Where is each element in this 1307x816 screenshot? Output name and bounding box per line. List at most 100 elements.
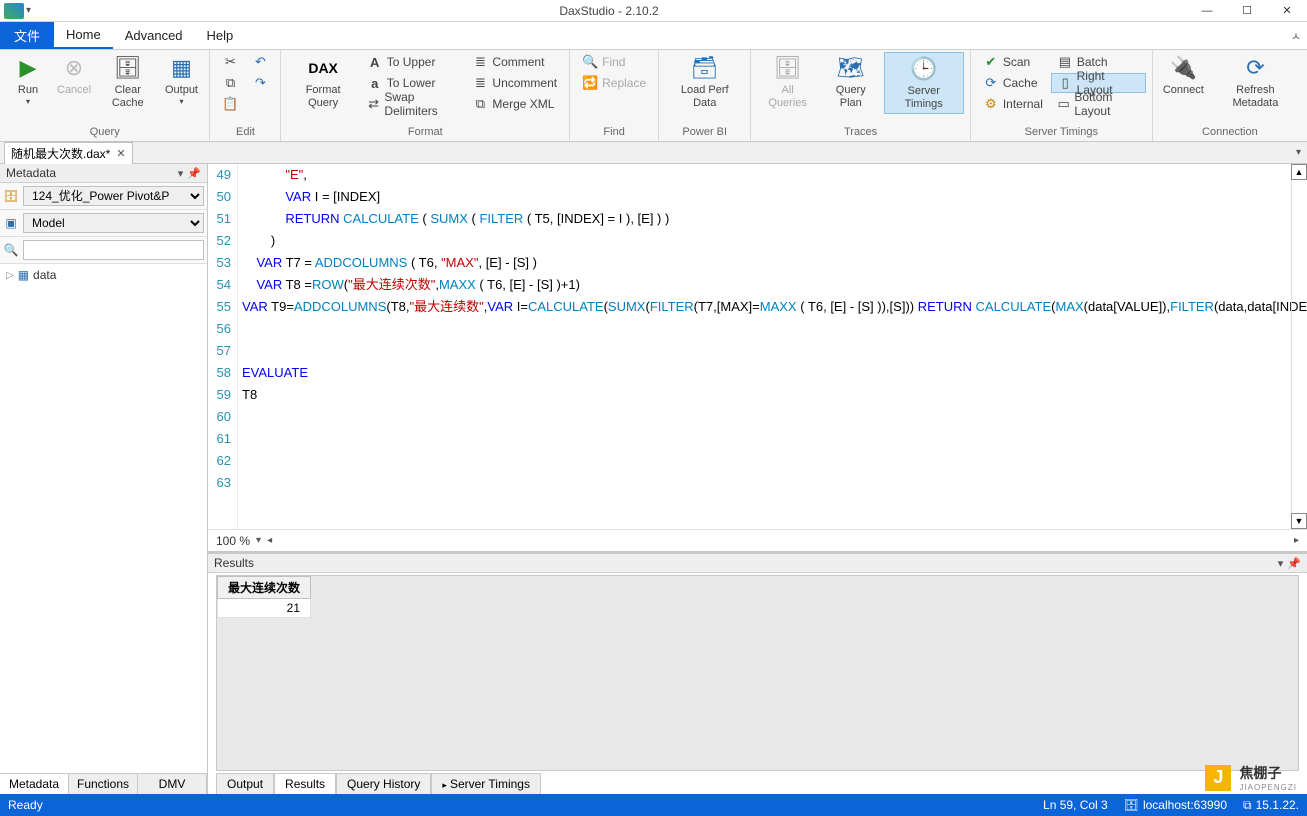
- expand-icon[interactable]: ▷: [6, 270, 14, 281]
- all-queries-button[interactable]: 🗄All Queries: [757, 52, 818, 112]
- hscroll-right-icon[interactable]: ▸: [1294, 535, 1299, 546]
- ribbon: ▶Run▾ ⊗Cancel 🗄Clear Cache ▦Output▾ Quer…: [0, 50, 1307, 142]
- replace-button[interactable]: 🔁Replace: [576, 73, 652, 93]
- document-tab-label: 随机最大次数.dax*: [11, 145, 110, 162]
- bottom-tab-server-timings[interactable]: ▸Server Timings: [431, 773, 541, 794]
- titlebar: ▾ DaxStudio - 2.10.2 — ☐ ✕: [0, 0, 1307, 22]
- merge-xml-button[interactable]: ⧉Merge XML: [466, 94, 563, 114]
- batch-icon: ▤: [1057, 54, 1073, 70]
- connect-button[interactable]: 🔌Connect: [1159, 52, 1208, 99]
- metadata-header: Metadata ▾ 📌: [0, 164, 207, 183]
- close-tab-icon[interactable]: ✕: [116, 147, 125, 160]
- cancel-button[interactable]: ⊗Cancel: [52, 52, 96, 99]
- close-button[interactable]: ✕: [1267, 0, 1307, 22]
- document-tab[interactable]: 随机最大次数.dax* ✕: [4, 142, 133, 164]
- results-pin-icon[interactable]: 📌: [1287, 557, 1301, 570]
- metadata-tab-dmv[interactable]: DMV: [138, 774, 207, 794]
- status-ready: Ready: [8, 798, 43, 812]
- results-table[interactable]: 最大连续次数 21: [217, 576, 311, 618]
- right-layout-icon: ▯: [1058, 75, 1073, 91]
- group-traces-label: Traces: [757, 124, 963, 141]
- merge-icon: ⧉: [472, 96, 488, 112]
- scroll-up-icon[interactable]: ▲: [1291, 164, 1307, 180]
- group-find-label: Find: [576, 124, 652, 141]
- paste-button[interactable]: 📋: [216, 94, 244, 114]
- run-button[interactable]: ▶Run▾: [6, 52, 50, 109]
- metadata-tree[interactable]: ▷ ▦ data: [0, 264, 207, 773]
- bottom-tab-query-history[interactable]: Query History: [336, 773, 431, 794]
- metadata-title: Metadata: [6, 166, 56, 180]
- load-perf-data-button[interactable]: 🗃Load Perf Data: [665, 52, 744, 112]
- tab-help[interactable]: Help: [195, 22, 246, 49]
- model-select[interactable]: Model: [23, 213, 204, 233]
- tab-home[interactable]: Home: [54, 22, 113, 49]
- bottom-tab-output[interactable]: Output: [216, 773, 274, 794]
- bottom-layout-button[interactable]: ▭Bottom Layout: [1051, 94, 1146, 114]
- metadata-tab-functions[interactable]: Functions: [69, 774, 138, 794]
- internal-toggle[interactable]: ⚙Internal: [977, 94, 1049, 114]
- cache-toggle[interactable]: ⟳Cache: [977, 73, 1049, 93]
- watermark: J 焦棚子JIAOPENGZI: [1205, 763, 1297, 792]
- scroll-down-icon[interactable]: ▼: [1291, 513, 1307, 529]
- bottom-layout-icon: ▭: [1057, 96, 1071, 112]
- bottom-tab-results[interactable]: Results: [274, 773, 336, 794]
- tab-advanced[interactable]: Advanced: [113, 22, 195, 49]
- scissors-icon: ✂: [222, 54, 238, 70]
- refresh-metadata-button[interactable]: ⟳Refresh Metadata: [1210, 52, 1301, 112]
- cube-icon: ▣: [3, 215, 19, 231]
- tree-item-data[interactable]: ▷ ▦ data: [6, 268, 201, 282]
- group-connection-label: Connection: [1159, 124, 1301, 141]
- group-powerbi-label: Power BI: [665, 124, 744, 141]
- copy-button[interactable]: ⧉: [216, 73, 244, 93]
- file-menu[interactable]: 文件: [0, 22, 54, 49]
- clear-cache-button[interactable]: 🗄Clear Cache: [98, 52, 157, 112]
- doctab-dropdown-icon[interactable]: ▾: [1296, 147, 1301, 158]
- zoom-dropdown-icon[interactable]: ▾: [256, 535, 261, 546]
- line-number-gutter: 495051525354555657585960616263: [208, 164, 238, 529]
- watermark-text: 焦棚子: [1239, 765, 1281, 781]
- hscroll-left-icon[interactable]: ◂: [267, 535, 272, 546]
- code-area[interactable]: "E", VAR I = [INDEX] RETURN CALCULATE ( …: [238, 164, 1307, 529]
- cut-button[interactable]: ✂: [216, 52, 244, 72]
- metadata-tabs: Metadata Functions DMV: [0, 773, 207, 794]
- editor-zoom-bar: 100 % ▾ ◂ ▸: [208, 529, 1307, 551]
- group-edit-label: Edit: [216, 124, 274, 141]
- to-upper-button[interactable]: ATo Upper: [361, 52, 465, 72]
- comment-button[interactable]: ≣Comment: [466, 52, 563, 72]
- database-select[interactable]: 124_优化_Power Pivot&P: [23, 186, 204, 206]
- play-icon: ▸: [442, 780, 447, 790]
- swap-icon: ⇄: [367, 96, 381, 112]
- format-query-button[interactable]: DAXFormat Query: [287, 52, 358, 112]
- find-button[interactable]: 🔍Find: [576, 52, 652, 72]
- scan-toggle[interactable]: ✔Scan: [977, 52, 1049, 72]
- output-button[interactable]: ▦Output▾: [159, 52, 203, 109]
- vertical-scrollbar[interactable]: ▲ ▼: [1291, 164, 1307, 529]
- cache-icon: ⟳: [983, 75, 999, 91]
- paste-icon: 📋: [222, 96, 238, 112]
- redo-button[interactable]: ↷: [246, 73, 274, 93]
- swap-delimiters-button[interactable]: ⇄Swap Delimiters: [361, 94, 465, 114]
- panel-dropdown-icon[interactable]: ▾: [178, 167, 184, 180]
- metadata-search-input[interactable]: [23, 240, 204, 260]
- minimize-button[interactable]: —: [1187, 0, 1227, 22]
- menubar: 文件 Home Advanced Help ㅅ: [0, 22, 1307, 50]
- group-query-label: Query: [6, 124, 203, 141]
- results-cell: 21: [218, 599, 311, 618]
- uncomment-button[interactable]: ≣Uncomment: [466, 73, 563, 93]
- group-server-timings-label: Server Timings: [977, 124, 1146, 141]
- zoom-level[interactable]: 100 %: [216, 534, 250, 548]
- server-timings-button[interactable]: 🕒Server Timings: [884, 52, 964, 114]
- tree-item-label: data: [33, 268, 56, 282]
- status-cursor-pos: Ln 59, Col 3: [1043, 798, 1108, 812]
- results-column-header[interactable]: 最大连续次数: [218, 577, 311, 599]
- document-tabs: 随机最大次数.dax* ✕ ▾: [0, 142, 1307, 164]
- pin-icon[interactable]: 📌: [187, 167, 201, 180]
- code-editor[interactable]: 495051525354555657585960616263 "E", VAR …: [208, 164, 1307, 529]
- ribbon-collapse-icon[interactable]: ㅅ: [1291, 28, 1301, 44]
- metadata-tab-metadata[interactable]: Metadata: [0, 774, 69, 794]
- undo-button[interactable]: ↶: [246, 52, 274, 72]
- bottom-tabs: Output Results Query History ▸Server Tim…: [208, 771, 1307, 794]
- results-dropdown-icon[interactable]: ▾: [1278, 557, 1284, 570]
- maximize-button[interactable]: ☐: [1227, 0, 1267, 22]
- query-plan-button[interactable]: 🗺Query Plan: [820, 52, 882, 112]
